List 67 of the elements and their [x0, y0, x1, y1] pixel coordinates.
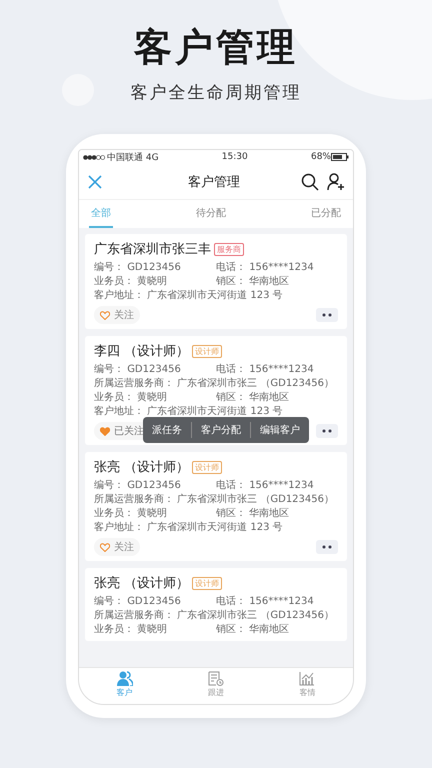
info-text: 业务员： 黄晓明: [94, 276, 168, 288]
tab[interactable]: 全部: [89, 200, 113, 228]
customer-card[interactable]: 张亮 （设计师） 设计师 编号： GD123456 电话： 156****1234 所属运营服务商： 广东省深圳市张三 （GD123456） 业务员： 黄晓明 销区： 华南地区: [85, 568, 347, 641]
dots-icon: [322, 429, 332, 433]
document-clock-icon: [208, 671, 224, 686]
info-text: 所属运营服务商： 广东省深圳市张三 （GD123456）: [94, 378, 334, 390]
tab[interactable]: 待分配: [194, 200, 228, 228]
info-text: 所属运营服务商： 广东省深圳市张三 （GD123456）: [94, 494, 334, 506]
info-text: 电话： 156****1234: [216, 262, 314, 274]
customer-name: 张亮 （设计师）: [94, 459, 190, 476]
role-tag: 设计师: [192, 460, 222, 474]
info-text: 客户地址： 广东省深圳市天河街道 123 号: [94, 406, 283, 418]
role-tag: 服务商: [214, 242, 244, 256]
info-text: 编号： GD123456: [94, 364, 182, 376]
carrier-text: 中国联通 4G: [107, 152, 159, 164]
heart-icon: [100, 542, 110, 552]
nav-item[interactable]: 客户: [116, 668, 133, 698]
nav-item[interactable]: 跟进: [208, 668, 224, 698]
nav-item[interactable]: 客情: [299, 668, 316, 698]
info-text: 电话： 156****1234: [216, 596, 314, 608]
info-text: 客户地址： 广东省深圳市天河街道 123 号: [94, 290, 283, 302]
info-text: 销区： 华南地区: [216, 392, 290, 404]
info-text: 销区： 华南地区: [216, 276, 290, 288]
info-text: 客户地址： 广东省深圳市天河街道 123 号: [94, 522, 283, 534]
tab[interactable]: 已分配: [309, 200, 343, 228]
info-text: 销区： 华南地区: [216, 508, 290, 520]
info-text: 编号： GD123456: [94, 480, 182, 492]
info-text: 电话： 156****1234: [216, 364, 314, 376]
info-text: 业务员： 黄晓明: [94, 624, 168, 636]
info-text: 电话： 156****1234: [216, 480, 314, 492]
info-text: 销区： 华南地区: [216, 624, 290, 636]
signal-icon: [83, 154, 105, 160]
customer-card[interactable]: 张亮 （设计师） 设计师 编号： GD123456 电话： 156****1234 所属运营服务商： 广东省深圳市张三 （GD123456） 业务员： 黄晓明 销区： 华南地区 客户地址： 广东省深圳市天河街道 123 号 关注: [85, 452, 347, 561]
heart-icon: [100, 310, 110, 320]
info-text: 业务员： 黄晓明: [94, 508, 168, 520]
header-title: 客户管理: [187, 174, 241, 190]
page-subtitle: 客户全生命周期管理: [130, 82, 302, 104]
menu-item[interactable]: 客户分配: [191, 422, 250, 438]
search-icon[interactable]: [301, 172, 319, 190]
close-icon[interactable]: [87, 174, 103, 190]
add-user-icon[interactable]: [327, 172, 345, 190]
info-text: 业务员： 黄晓明: [94, 392, 168, 404]
info-text: 所属运营服务商： 广东省深圳市张三 （GD123456）: [94, 610, 334, 622]
customer-card[interactable]: 广东省深圳市张三丰 服务商 编号： GD123456 电话： 156****1234 业务员： 黄晓明 销区： 华南地区 客户地址： 广东省深圳市天河街道 123 号 关注: [85, 234, 347, 329]
role-tag: 设计师: [192, 576, 222, 590]
menu-item[interactable]: 编辑客户: [250, 422, 309, 438]
time-text: 15:30: [222, 152, 248, 162]
page-title: 客户管理: [134, 24, 298, 71]
follow-button[interactable]: 关注: [94, 306, 140, 324]
heart-icon: [100, 426, 110, 436]
info-text: 编号： GD123456: [94, 596, 182, 608]
more-button[interactable]: [316, 308, 338, 322]
follow-button[interactable]: 关注: [94, 538, 140, 556]
people-icon: [116, 671, 133, 686]
battery-icon: [330, 153, 349, 161]
customer-name: 广东省深圳市张三丰: [94, 241, 211, 258]
info-text: 编号： GD123456: [94, 262, 182, 274]
customer-name: 李四 （设计师）: [94, 343, 190, 360]
chart-icon: [299, 671, 316, 686]
dots-icon: [322, 545, 332, 549]
battery-text: 68%: [310, 152, 331, 162]
more-button[interactable]: [316, 424, 338, 438]
role-tag: 设计师: [192, 344, 222, 358]
customer-card[interactable]: 李四 （设计师） 设计师 编号： GD123456 电话： 156****1234 所属运营服务商： 广东省深圳市张三 （GD123456） 业务员： 黄晓明 销区： 华南地区 客户地址： 广东省深圳市天河街道 123 号 已关注 派任务 客户分配 编辑客户: [85, 336, 347, 445]
dots-icon: [322, 313, 332, 317]
more-button[interactable]: [316, 540, 338, 554]
customer-name: 张亮 （设计师）: [94, 575, 190, 592]
